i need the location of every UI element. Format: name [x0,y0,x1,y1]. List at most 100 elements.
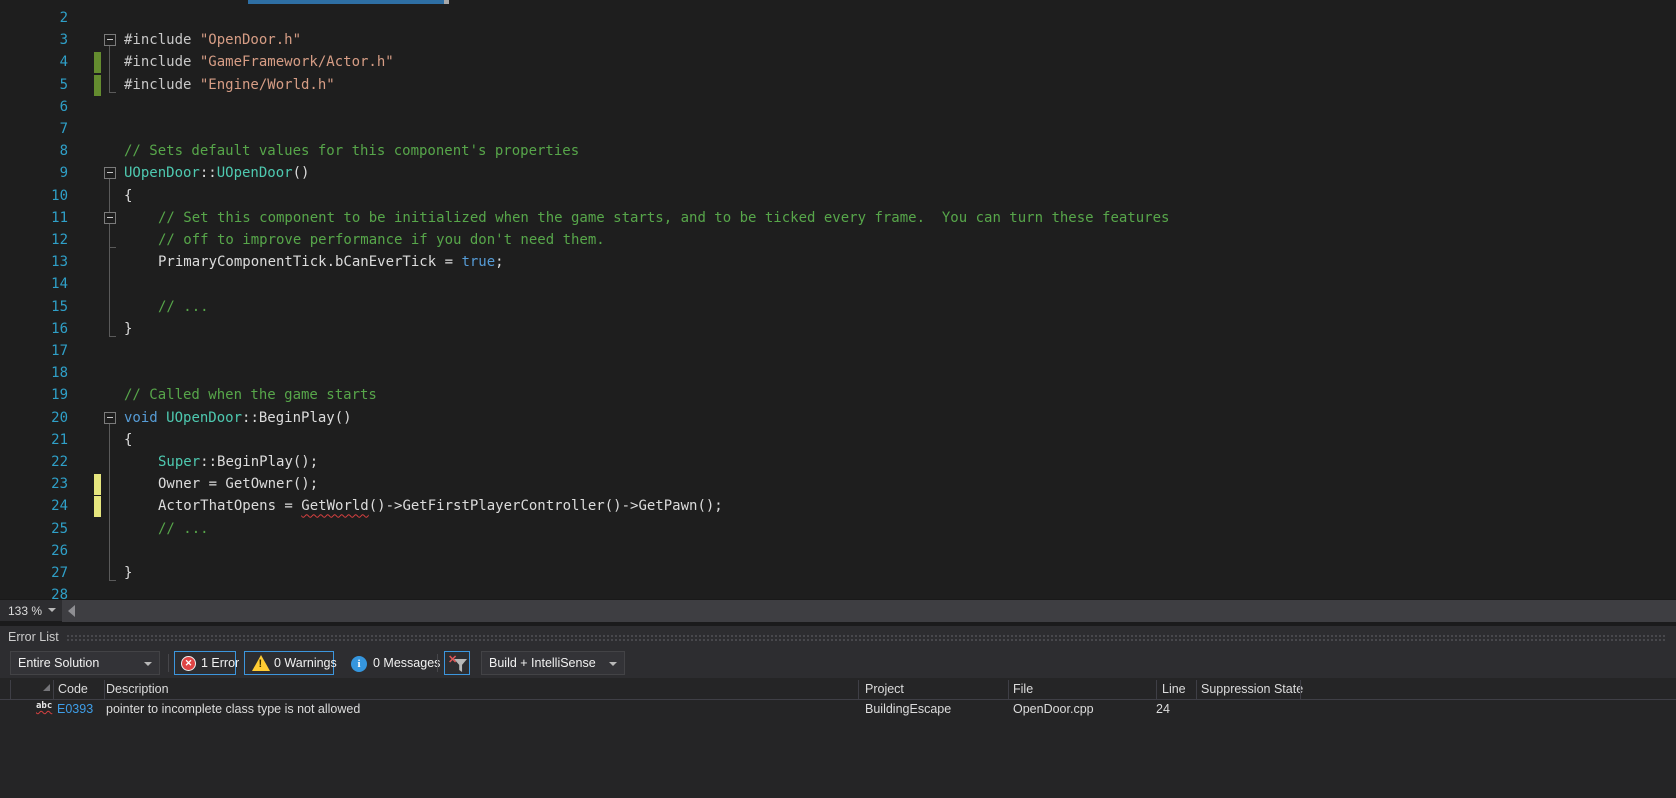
horizontal-scrollbar[interactable] [62,600,1676,622]
code-token: "GameFramework/Actor.h" [199,54,394,71]
editor-zoom-value: 133 % [8,604,43,618]
column-separator[interactable] [1300,680,1301,699]
column-separator[interactable] [858,680,859,699]
code-token: :: [199,165,217,182]
outline-guide-end [109,335,116,337]
code-line[interactable]: 10 { [0,185,1676,207]
line-number: 3 [59,32,68,49]
code-line[interactable]: 2 [0,7,1676,29]
code-line[interactable]: 24 ActorThatOpens = GetWorld()->GetFirstP… [0,495,1676,518]
column-separator[interactable] [1008,680,1009,699]
code-text: // ... [158,518,209,540]
line-number: 22 [51,454,68,470]
code-line[interactable]: 20 void UOpenDoor::BeginPlay() [0,407,1676,429]
code-line[interactable]: 13 PrimaryComponentTick.bCanEverTick = tr… [0,251,1676,273]
code-token: } [124,320,133,337]
column-separator[interactable] [53,680,54,699]
visual-studio-window: 2 3 #include "OpenDoor.h" 4 #include "GameFr… [0,0,1676,798]
line-number: 27 [51,565,68,581]
fold-collapse-icon[interactable] [104,211,116,224]
code-text: Super::BeginPlay(); [158,451,318,473]
column-header-file[interactable]: File [1013,682,1033,696]
column-header-project[interactable]: Project [865,682,904,696]
code-text: #include "Engine/World.h" [124,74,335,96]
line-number: 14 [51,276,68,293]
info-icon [351,656,367,672]
errors-filter-button[interactable]: 1 Error [174,651,239,675]
editor-zoom-dropdown[interactable]: 133 % [0,600,62,622]
line-number: 20 [51,409,68,426]
code-token: Owner = GetOwner(); [158,476,319,493]
column-header-suppression[interactable]: Suppression State [1201,682,1303,696]
warnings-filter-button[interactable]: 0 Warnings [244,651,337,675]
column-header-code[interactable]: Code [58,682,88,696]
code-line[interactable]: 18 [0,362,1676,384]
code-text: { [124,185,132,207]
error-list-panel: Error List Entire Solution 1 Error 0 War… [0,626,1676,798]
code-line[interactable]: 17 [0,340,1676,362]
error-code-link[interactable]: E0393 [57,702,93,716]
code-text: void UOpenDoor::BeginPlay() [124,407,352,429]
error-list-toolbar: Entire Solution 1 Error 0 Warnings 0 Mes… [0,648,1676,678]
code-line[interactable]: 19 // Called when the game starts [0,384,1676,406]
code-line[interactable]: 23 Owner = GetOwner(); [0,473,1676,496]
code-line[interactable]: 21 { [0,429,1676,451]
fold-collapse-icon[interactable] [104,411,116,424]
fold-collapse-icon[interactable] [104,34,116,47]
code-line[interactable]: 28 [0,584,1676,599]
chevron-down-icon [609,662,617,666]
scope-dropdown-value: Entire Solution [18,656,100,670]
column-separator[interactable] [1156,680,1157,699]
column-separator[interactable] [10,680,11,699]
column-separator[interactable] [1196,680,1197,699]
code-line[interactable]: 14 [0,273,1676,295]
line-number: 25 [51,520,68,537]
code-line[interactable]: 7 [0,118,1676,140]
code-line[interactable]: 26 [0,540,1676,562]
code-line[interactable]: 9 UOpenDoor::UOpenDoor() [0,162,1676,184]
code-line[interactable]: 15 // ... [0,296,1676,318]
column-separator[interactable] [104,680,105,699]
error-table-header[interactable]: Code Description Project File Line Suppressio… [0,680,1676,700]
code-token: Super [158,454,201,470]
code-line[interactable]: 16} [0,318,1676,340]
code-token: true [461,254,496,271]
code-line[interactable]: 27} [0,562,1676,584]
code-line[interactable]: 11 // Set this component to be initialize… [0,207,1676,229]
column-header-description[interactable]: Description [106,682,169,696]
code-line[interactable]: 6 [0,96,1676,118]
scope-dropdown[interactable]: Entire Solution [10,651,160,675]
column-header-line[interactable]: Line [1162,682,1186,696]
code-line[interactable]: 12 // off to improve performance if you d… [0,229,1676,251]
source-dropdown[interactable]: Build + IntelliSense [481,651,625,675]
error-list-title-bar[interactable]: Error List [0,626,1676,648]
code-token: () [292,165,310,182]
code-line[interactable]: 4 #include "GameFramework/Actor.h" [0,51,1676,74]
change-bar-saved [94,52,101,74]
change-bar-unsaved [94,474,101,496]
code-text: { [124,429,132,451]
fold-collapse-icon[interactable] [104,167,116,180]
line-number: 23 [51,476,68,493]
code-token: // Set this component to be initialized … [158,209,1170,226]
clear-filters-button[interactable]: ✕ [444,651,470,675]
error-icon [181,656,196,671]
line-number: 18 [51,365,68,382]
code-text: #include "GameFramework/Actor.h" [124,51,394,73]
messages-filter-button[interactable]: 0 Messages [344,651,440,675]
code-token: UOpenDoor [216,165,293,182]
code-line[interactable]: 22 Super::BeginPlay(); [0,451,1676,473]
code-line[interactable]: 8 // Sets default values for this compone… [0,140,1676,162]
scroll-left-arrow-icon[interactable] [68,605,75,617]
code-line[interactable]: 3 #include "OpenDoor.h" [0,29,1676,51]
error-table-row[interactable]: abc E0393 pointer to incomplete class ty… [0,700,1676,720]
title-bar-drag-texture [66,634,1666,641]
warning-icon [252,655,270,671]
code-token: // off to improve performance if you don… [158,232,605,248]
code-editor[interactable]: 2 3 #include "OpenDoor.h" 4 #include "GameFr… [0,0,1676,599]
chevron-down-icon [48,608,56,612]
code-text: // Called when the game starts [124,384,377,406]
line-number: 6 [59,98,68,115]
code-line[interactable]: 5 #include "Engine/World.h" [0,74,1676,96]
code-line[interactable]: 25 // ... [0,518,1676,540]
